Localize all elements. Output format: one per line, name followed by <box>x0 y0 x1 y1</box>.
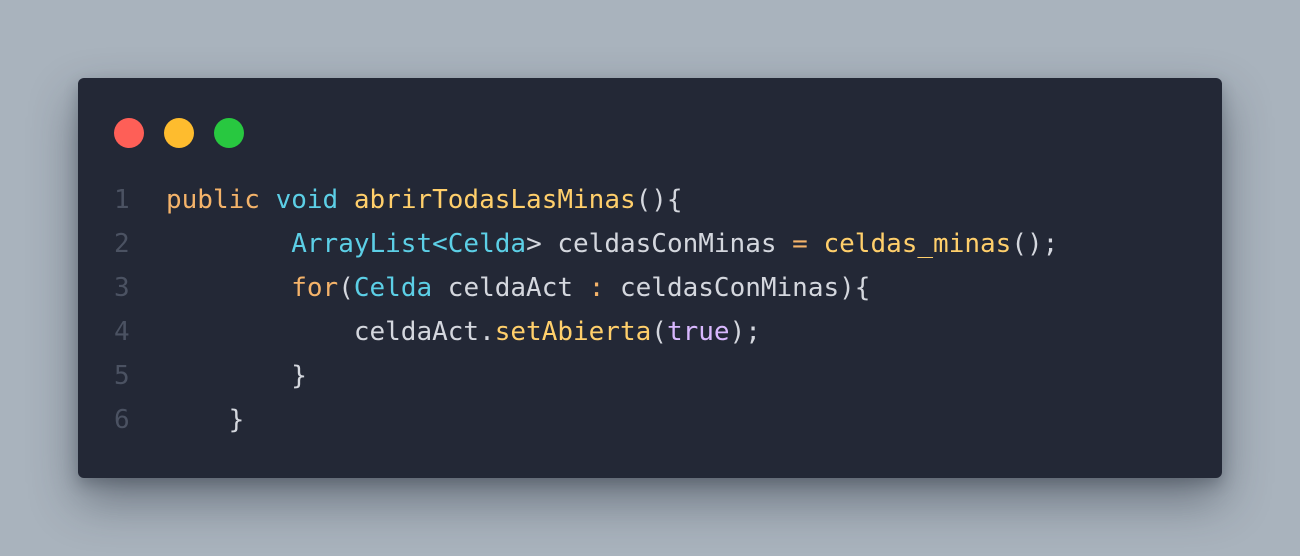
maximize-dot-icon[interactable] <box>214 118 244 148</box>
code-block: 1 public void abrirTodasLasMinas(){2 Arra… <box>78 178 1222 442</box>
code-line: 3 for(Celda celdaAct : celdasConMinas){ <box>78 266 1222 310</box>
code-token: void <box>275 185 339 215</box>
line-number: 6 <box>114 405 130 435</box>
code-token: > celdasConMinas <box>526 229 793 259</box>
code-text: ArrayList<Celda> celdasConMinas = celdas… <box>166 222 1222 266</box>
code-text: for(Celda celdaAct : celdasConMinas){ <box>166 266 1222 310</box>
code-token: celdasConMinas){ <box>604 273 871 303</box>
code-token: for <box>291 273 339 303</box>
code-token: } <box>228 405 245 435</box>
code-token: ( <box>338 273 354 303</box>
line-number: 1 <box>114 185 130 215</box>
window-controls <box>114 118 244 148</box>
line-number: 3 <box>114 273 130 303</box>
close-dot-icon[interactable] <box>114 118 144 148</box>
code-token: (); <box>1011 229 1059 259</box>
code-line: 1 public void abrirTodasLasMinas(){ <box>78 178 1222 222</box>
code-line: 4 celdaAct.setAbierta(true); <box>78 310 1222 354</box>
code-token: true <box>666 317 730 347</box>
line-number: 4 <box>114 317 130 347</box>
code-token: abrirTodasLasMinas <box>353 185 636 215</box>
code-token: ArrayList <box>291 229 433 259</box>
code-token: ); <box>729 317 761 347</box>
code-token: Celda <box>353 273 433 303</box>
code-text: celdaAct.setAbierta(true); <box>166 310 1222 354</box>
minimize-dot-icon[interactable] <box>164 118 194 148</box>
code-token: (){ <box>635 185 683 215</box>
code-token: celdaAct <box>432 273 589 303</box>
code-token: = <box>792 229 808 259</box>
code-line: 2 ArrayList<Celda> celdasConMinas = celd… <box>78 222 1222 266</box>
code-token: : <box>588 273 605 303</box>
code-token: celdas_minas <box>823 229 1012 259</box>
code-token: celdaAct. <box>353 317 495 347</box>
code-text: } <box>166 398 1222 442</box>
code-token: ( <box>651 317 667 347</box>
code-token: Celda <box>447 229 527 259</box>
code-token: setAbierta <box>494 317 652 347</box>
code-line: 5 } <box>78 354 1222 398</box>
code-window: 1 public void abrirTodasLasMinas(){2 Arra… <box>78 78 1222 478</box>
code-token: public <box>166 185 260 215</box>
line-number: 2 <box>114 229 130 259</box>
code-token: < <box>432 229 448 259</box>
code-token: } <box>291 361 307 391</box>
code-text: } <box>166 354 1222 398</box>
code-line: 6 } <box>78 398 1222 442</box>
line-number: 5 <box>114 361 130 391</box>
code-text: public void abrirTodasLasMinas(){ <box>166 178 1222 222</box>
